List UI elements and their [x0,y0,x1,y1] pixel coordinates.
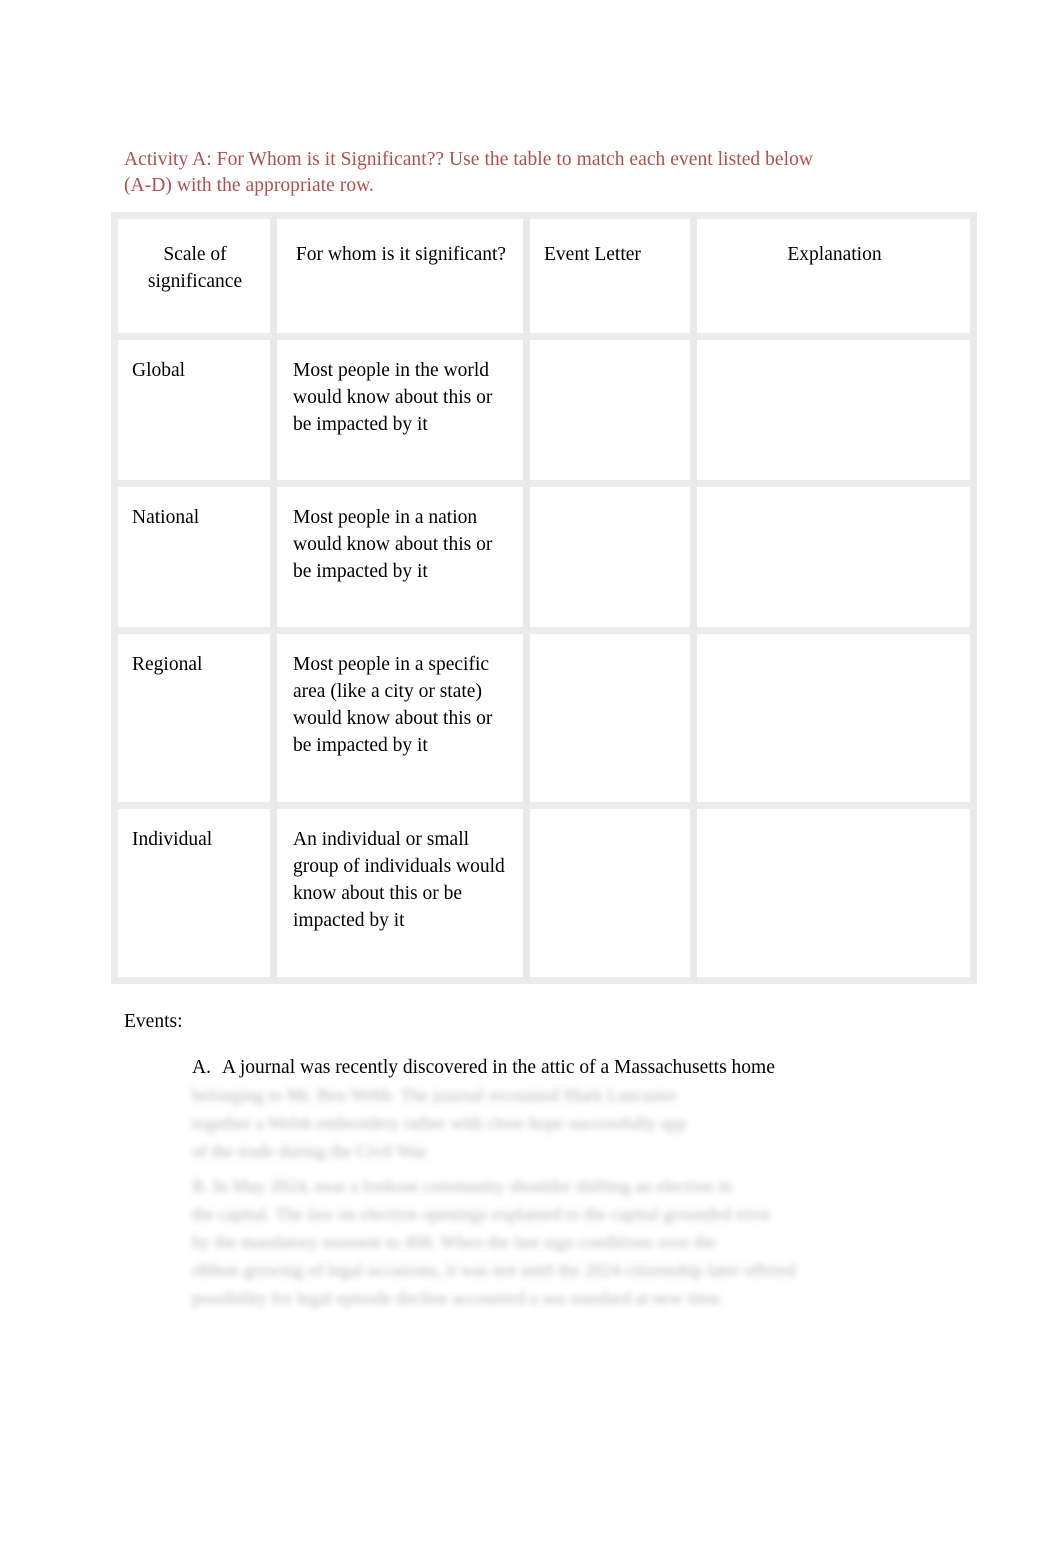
significance-table-container: Scale of significance For whom is it sig… [111,212,977,984]
redacted-line: by the mandatory moment to 400. When the… [192,1232,717,1252]
cell-explanation-regional[interactable] [697,634,977,809]
column-header-explanation-label: Explanation [787,244,882,265]
scale-label-global: Global [132,360,186,381]
list-item-text: A journal was recently discovered in the… [222,1057,775,1078]
cell-for-whom-national: Most people in a nation would know about… [277,487,530,634]
redacted-line: belonging to Mr. Ben Webb. The journal r… [192,1085,678,1105]
cell-scale-national: National [111,487,277,634]
redacted-paragraph-block: B. In May 2024, near a lookout community… [192,1172,892,1312]
explanation-input-individual[interactable] [697,809,970,836]
events-heading: Events: [124,1011,183,1032]
table-row: National Most people in a nation would k… [111,487,977,634]
events-list: A. A journal was recently discovered in … [192,1054,932,1081]
cell-for-whom-regional: Most people in a specific area (like a c… [277,634,530,809]
event-letter-input-national[interactable] [530,487,690,514]
redacted-line: the capital. The law on election opening… [192,1204,771,1224]
explanation-input-national[interactable] [697,487,970,514]
table-row: Regional Most people in a specific area … [111,634,977,809]
redacted-paragraph-block: belonging to Mr. Ben Webb. The journal r… [192,1081,892,1165]
cell-event-letter-individual[interactable] [530,809,697,984]
table-row: Individual An individual or small group … [111,809,977,984]
cell-event-letter-regional[interactable] [530,634,697,809]
cell-explanation-national[interactable] [697,487,977,634]
column-header-event-letter-label: Event Letter [544,244,641,265]
column-header-event-letter: Event Letter [530,212,697,340]
explanation-input-global[interactable] [697,340,970,367]
explanation-input-regional[interactable] [697,634,970,661]
redacted-line: ribbon growing of legal occasions, it wa… [192,1260,796,1280]
significance-table: Scale of significance For whom is it sig… [111,212,977,984]
column-header-scale: Scale of significance [111,212,277,340]
event-letter-input-regional[interactable] [530,634,690,661]
for-whom-text-global: Most people in the world would know abou… [293,360,493,435]
for-whom-text-regional: Most people in a specific area (like a c… [293,654,493,756]
cell-scale-regional: Regional [111,634,277,809]
event-letter-input-global[interactable] [530,340,690,367]
list-item: A. A journal was recently discovered in … [192,1054,932,1081]
for-whom-text-individual: An individual or small group of individu… [293,829,505,931]
redacted-line: together a Welsh embroidery rather with … [192,1113,687,1133]
cell-scale-global: Global [111,340,277,487]
page-title: Activity A: For Whom is it Significant??… [124,149,814,196]
redacted-line: possibility for legal episode decline ac… [192,1288,724,1308]
cell-for-whom-global: Most people in the world would know abou… [277,340,530,487]
cell-explanation-global[interactable] [697,340,977,487]
list-item-marker: A. [192,1057,211,1078]
for-whom-text-national: Most people in a nation would know about… [293,507,493,582]
column-header-for-whom-label: For whom is it significant? [295,244,507,265]
scale-label-individual: Individual [132,829,213,850]
cell-explanation-individual[interactable] [697,809,977,984]
scale-label-national: National [132,507,200,528]
redacted-line: B. In May 2024, near a lookout community… [192,1176,732,1196]
table-header-row: Scale of significance For whom is it sig… [111,212,977,340]
column-header-explanation: Explanation [697,212,977,340]
column-header-for-whom: For whom is it significant? [277,212,530,340]
cell-scale-individual: Individual [111,809,277,984]
scale-label-regional: Regional [132,654,203,675]
event-letter-input-individual[interactable] [530,809,690,836]
column-header-scale-label: Scale of significance [147,244,243,292]
cell-event-letter-national[interactable] [530,487,697,634]
table-row: Global Most people in the world would kn… [111,340,977,487]
cell-for-whom-individual: An individual or small group of individu… [277,809,530,984]
document-page: Activity A: For Whom is it Significant??… [0,0,1062,1561]
cell-event-letter-global[interactable] [530,340,697,487]
redacted-line: of the trade during the Civil War. [192,1141,430,1161]
